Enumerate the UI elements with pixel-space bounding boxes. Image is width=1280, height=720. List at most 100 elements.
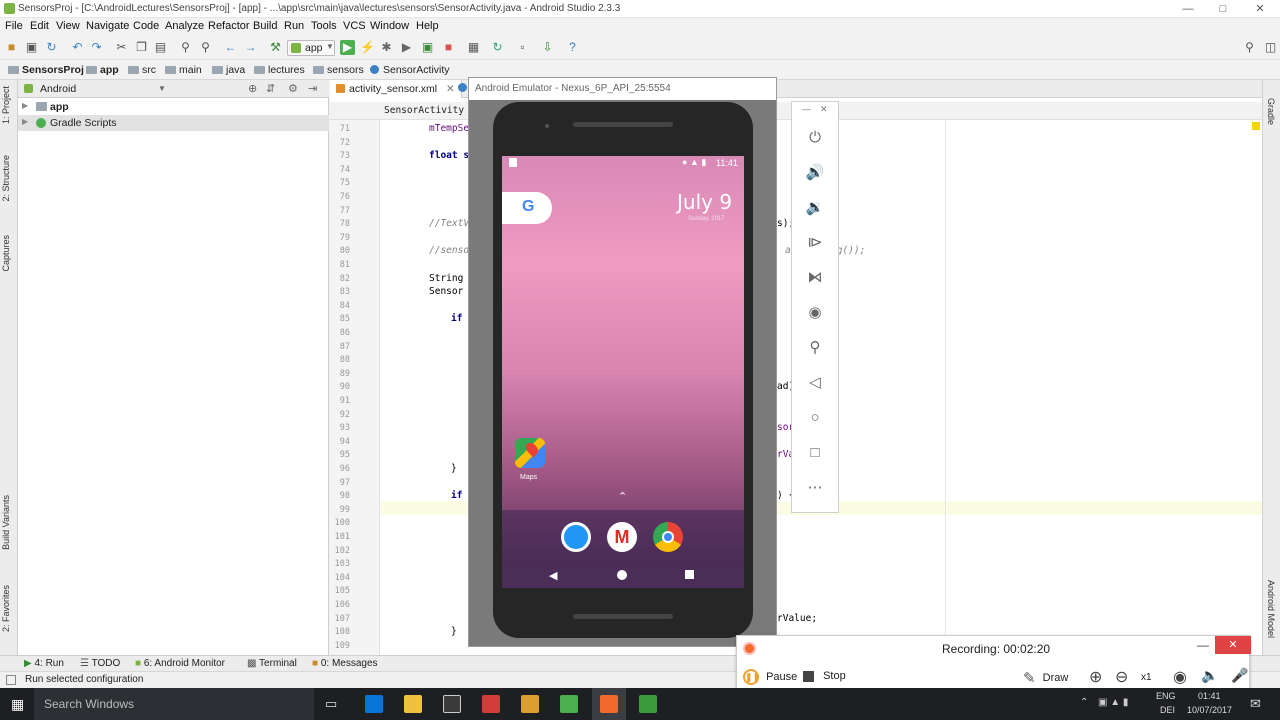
expand-arrow-icon[interactable]: ▶ — [22, 101, 28, 110]
back-icon[interactable]: ◁ — [792, 368, 838, 398]
breadcrumb-java[interactable]: java — [212, 64, 245, 76]
copy-icon[interactable]: ❐ — [134, 40, 149, 55]
menu-help[interactable]: Help — [416, 20, 439, 32]
structure-class-label[interactable]: SensorActivity — [384, 105, 464, 116]
scroll-from-source-icon[interactable]: ⊕ — [248, 82, 257, 95]
tool-run[interactable]: ▶ 4: Run — [24, 658, 64, 669]
tool-build-variants[interactable]: Build Variants — [1, 495, 11, 550]
notifications-icon[interactable]: ✉ — [1250, 696, 1261, 712]
stop-icon[interactable]: ■ — [441, 40, 456, 55]
breadcrumb-app[interactable]: app — [86, 64, 119, 76]
gmail-app-icon[interactable]: M — [607, 522, 637, 552]
run-icon[interactable]: ▶ — [340, 40, 355, 55]
emulator-minimize-icon[interactable]: — — [802, 104, 811, 114]
messages-app-icon[interactable] — [561, 522, 591, 552]
tool-project[interactable]: 1: Project — [1, 86, 11, 124]
file-explorer-icon[interactable] — [404, 695, 422, 713]
volume-down-icon[interactable]: 🔉 — [792, 193, 838, 223]
project-structure-icon[interactable]: ▦ — [466, 40, 481, 55]
tree-item-app[interactable]: ▶ app — [18, 99, 329, 115]
gear-icon[interactable]: ⚙ — [288, 82, 298, 95]
menu-view[interactable]: View — [56, 20, 80, 32]
more-icon[interactable]: ⋯ — [792, 473, 838, 503]
tree-item-gradle-scripts[interactable]: ▶ Gradle Scripts — [18, 115, 329, 131]
paste-icon[interactable]: ▤ — [153, 40, 168, 55]
recorder-close-button[interactable]: ✕ — [1215, 636, 1251, 654]
breadcrumb-sensors[interactable]: sensors — [313, 64, 364, 76]
redo-icon[interactable]: ↷ — [89, 40, 104, 55]
tool-captures[interactable]: Captures — [1, 235, 11, 272]
breadcrumb-project[interactable]: SensorsProj — [8, 64, 84, 76]
recorder-taskbar-icon[interactable] — [600, 695, 618, 713]
rotate-left-icon[interactable]: ⧐ — [792, 228, 838, 258]
menu-build[interactable]: Build — [253, 20, 277, 32]
media-icon[interactable] — [521, 695, 539, 713]
office-icon[interactable] — [482, 695, 500, 713]
emulator-close-icon[interactable]: ✕ — [820, 104, 828, 115]
breadcrumb-lectures[interactable]: lectures — [254, 64, 305, 76]
app-drawer-chevron-icon[interactable]: ⌃ — [618, 490, 627, 503]
project-view-selector[interactable]: Android — [40, 83, 76, 95]
open-folder-icon[interactable]: ■ — [4, 40, 19, 55]
menu-vcs[interactable]: VCS — [343, 20, 366, 32]
menu-run[interactable]: Run — [284, 20, 304, 32]
zoom-icon[interactable]: ⚲ — [792, 333, 838, 363]
webcam-icon[interactable]: ◉ — [1173, 667, 1187, 687]
menu-file[interactable]: File — [5, 20, 23, 32]
edge-icon[interactable] — [365, 695, 383, 713]
tray-icons[interactable]: ▣ ▲ ▮ — [1098, 697, 1128, 708]
menu-window[interactable]: Window — [370, 20, 409, 32]
menu-navigate[interactable]: Navigate — [86, 20, 129, 32]
microphone-icon[interactable]: 🎤 — [1231, 667, 1248, 684]
avd-manager-icon[interactable]: ▫ — [515, 40, 530, 55]
overview-icon[interactable]: □ — [792, 438, 838, 468]
chrome-app-icon[interactable] — [653, 522, 683, 552]
find-icon[interactable]: ⚲ — [178, 40, 193, 55]
chevron-down-icon[interactable]: ▼ — [158, 84, 166, 93]
draw-button[interactable]: ✎ Draw — [1023, 669, 1068, 687]
tool-todo[interactable]: ☰ TODO — [80, 658, 120, 669]
tool-terminal[interactable]: ▩ Terminal — [247, 658, 297, 669]
google-search-pill[interactable]: G — [502, 192, 552, 224]
tool-android-monitor[interactable]: ■ 6: Android Monitor — [135, 658, 225, 669]
android-studio-taskbar-icon[interactable] — [560, 695, 578, 713]
phone-screen[interactable]: ● ▲ ▮ 11:41 G July 9 Sunday, 2017 Maps ⌃… — [502, 156, 744, 588]
menu-refactor[interactable]: Refactor — [208, 20, 250, 32]
taskbar-search[interactable]: Search Windows — [34, 688, 314, 720]
warning-marker[interactable] — [1252, 122, 1260, 130]
clock-time[interactable]: 01:41 — [1198, 691, 1221, 701]
store-icon[interactable] — [443, 695, 461, 713]
date-widget[interactable]: July 9 — [677, 190, 732, 214]
cut-icon[interactable]: ✂ — [114, 40, 129, 55]
search-everywhere-icon[interactable]: ⚲ — [1242, 40, 1257, 55]
zoom-in-icon[interactable]: ⊕ — [1089, 667, 1102, 687]
replace-icon[interactable]: ⚲ — [198, 40, 213, 55]
breadcrumb-sensoractivity[interactable]: SensorActivity — [370, 64, 450, 76]
minimize-button[interactable]: — — [1178, 1, 1198, 17]
recorder-minimize-icon[interactable]: — — [1197, 638, 1209, 652]
profile-icon[interactable]: ▶ — [399, 40, 414, 55]
nav-home-icon[interactable] — [617, 570, 627, 580]
help-icon[interactable]: ? — [565, 40, 580, 55]
forward-icon[interactable]: → — [243, 40, 258, 55]
tool-messages[interactable]: ■ 0: Messages — [312, 658, 378, 669]
menu-analyze[interactable]: Analyze — [165, 20, 204, 32]
expand-arrow-icon[interactable]: ▶ — [22, 117, 28, 126]
close-button[interactable]: ✕ — [1250, 1, 1270, 17]
sdk-manager-icon[interactable]: ⇩ — [540, 40, 555, 55]
collapse-all-icon[interactable]: ⇵ — [266, 82, 275, 95]
save-icon[interactable]: ▣ — [24, 40, 39, 55]
debug-icon[interactable]: ✱ — [379, 40, 394, 55]
instant-run-icon[interactable]: ⚡ — [360, 40, 375, 55]
camera-icon[interactable]: ◉ — [792, 298, 838, 328]
breadcrumb-main[interactable]: main — [165, 64, 202, 76]
toggle-tool-windows-icon[interactable] — [6, 675, 16, 685]
maximize-button[interactable]: □ — [1213, 1, 1233, 17]
menu-edit[interactable]: Edit — [30, 20, 49, 32]
run-config-select[interactable]: app ▼ — [287, 40, 335, 56]
make-project-icon[interactable]: ⚒ — [268, 40, 283, 55]
task-view-icon[interactable]: ▭ — [325, 696, 337, 712]
rotate-right-icon[interactable]: ⧑ — [792, 263, 838, 293]
back-icon[interactable]: ← — [223, 40, 238, 55]
hide-panel-icon[interactable]: ⇥ — [308, 82, 317, 95]
